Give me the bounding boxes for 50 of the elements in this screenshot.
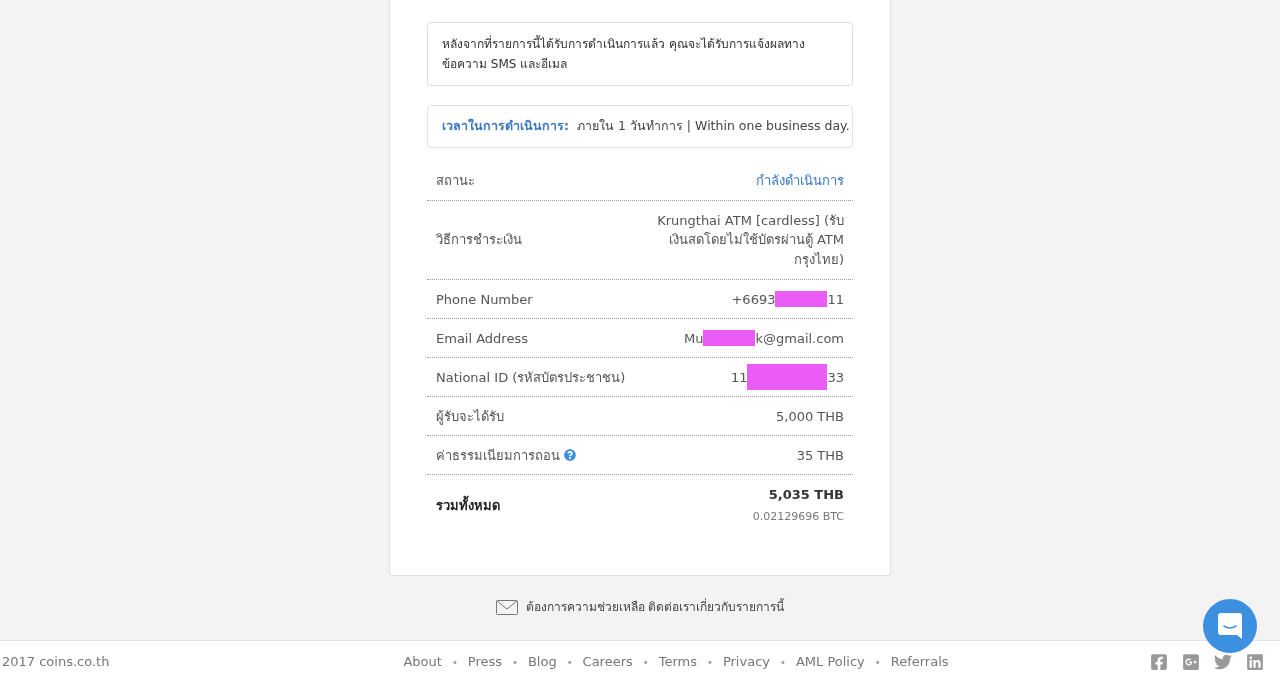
- separator-dot: •: [642, 655, 649, 670]
- help-icon[interactable]: [564, 449, 576, 462]
- footer-link[interactable]: Careers: [582, 652, 633, 672]
- footer-link[interactable]: Referrals: [890, 652, 949, 672]
- linkedin-icon[interactable]: [1246, 653, 1264, 671]
- separator-dot: •: [780, 655, 786, 670]
- detail-label: ผู้รับจะได้รับ: [436, 407, 504, 426]
- separator-dot: •: [707, 655, 713, 670]
- footer-link[interactable]: Press: [467, 652, 502, 672]
- detail-value: 35 THB: [796, 446, 844, 465]
- detail-value-start: 11: [730, 368, 748, 387]
- detail-label: รวมทั้งหมด: [436, 495, 500, 515]
- chat-icon: [1218, 613, 1242, 639]
- detail-label: Phone Number: [436, 290, 533, 309]
- help-link[interactable]: ต้องการความช่วยเหลือ ติดต่อเราเกี่ยวกับรายการนี้: [525, 598, 785, 617]
- footer-link[interactable]: About: [403, 652, 442, 672]
- detail-label: Email Address: [436, 329, 528, 348]
- detail-value-end: 33: [827, 368, 844, 387]
- redaction-mark: [703, 330, 756, 347]
- notice-text: หลังจากที่รายการนี้ได้รับการดำเนินการแล้ว คุณจะได้รับการแจ้งผลทาง ข้อความ SMS และอีเมล: [427, 22, 853, 86]
- detail-value-start: +6693: [731, 290, 776, 309]
- detail-value: Krungthai ATM [cardless] (รับเงินสดโดยไม่ใช้บัตรผ่านตู้ ATM กรุงไทย): [656, 211, 844, 270]
- separator-dot: •: [451, 655, 458, 670]
- footer-link[interactable]: Privacy: [722, 652, 770, 672]
- footer-link[interactable]: AML Policy: [795, 652, 865, 672]
- mail-icon: [495, 599, 518, 615]
- detail-value-start: Mu: [684, 329, 704, 348]
- detail-value-end: 11: [827, 290, 844, 309]
- separator-dot: •: [566, 655, 573, 670]
- redaction-mark: [775, 291, 828, 308]
- detail-label: วิธีการชำระเงิน: [436, 231, 522, 250]
- footer-link[interactable]: Terms: [658, 652, 697, 672]
- detail-value: 5,000 THB: [776, 407, 844, 426]
- separator-dot: •: [512, 655, 518, 670]
- google-plus-icon[interactable]: [1182, 653, 1200, 671]
- btc-value: 0.02129696 BTC: [752, 508, 844, 525]
- processing-time-value: ภายใน 1 วันทำการ | Within one business day.: [577, 117, 850, 135]
- chat-button[interactable]: [1203, 599, 1257, 653]
- footer-link[interactable]: Blog: [527, 652, 557, 672]
- separator-dot: •: [874, 655, 881, 670]
- total-value: 5,035 THB: [768, 486, 844, 505]
- detail-label: ค่าธรรมเนียมการถอน: [436, 446, 560, 465]
- twitter-icon[interactable]: [1214, 653, 1232, 671]
- detail-label: สถานะ: [436, 172, 475, 190]
- processing-time-label: เวลาในการดำเนินการ:: [442, 117, 569, 135]
- copyright-text: 2017 coins.co.th: [2, 653, 111, 672]
- facebook-icon[interactable]: [1150, 653, 1168, 671]
- detail-value-end: k@gmail.com: [755, 329, 844, 348]
- detail-label: National ID (รหัสบัตรประชาชน): [436, 368, 626, 387]
- status-value: กำลังดำเนินการ: [756, 172, 844, 190]
